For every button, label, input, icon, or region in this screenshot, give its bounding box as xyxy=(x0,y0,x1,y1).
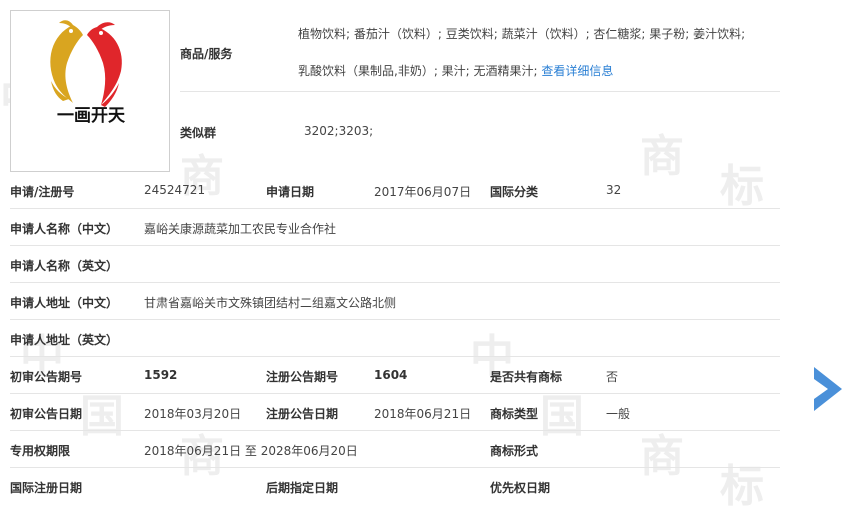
later-designation-date-label: 后期指定日期 xyxy=(266,481,339,495)
exclusive-period-row: 专用权期限 2018年06月21日 至 2028年06月20日 商标形式 xyxy=(10,431,780,468)
next-button[interactable] xyxy=(812,365,844,416)
trademark-detail: 一画开天 商品/服务 植物饮料; 番茄汁（饮料）; 豆类饮料; 蔬菜汁（饮料）;… xyxy=(0,0,780,507)
logo-text: 一画开天 xyxy=(57,106,126,126)
applicant-address-en-label: 申请人地址（英文） xyxy=(10,333,119,347)
intl-class-label: 国际分类 xyxy=(490,185,539,199)
apply-date-label: 申请日期 xyxy=(266,185,315,199)
goods-services-row: 商品/服务 植物饮料; 番茄汁（饮料）; 豆类饮料; 蔬菜汁（饮料）; 杏仁糖浆… xyxy=(180,14,780,92)
reg-no-value: 24524721 xyxy=(144,183,206,197)
goods-services-line-1: 植物饮料; 番茄汁（饮料）; 豆类饮料; 蔬菜汁（饮料）; 杏仁糖浆; 果子粉;… xyxy=(298,27,746,41)
priority-date-label: 优先权日期 xyxy=(490,481,551,495)
goods-services-label: 商品/服务 xyxy=(180,47,233,61)
applicant-address-cn-label: 申请人地址（中文） xyxy=(10,296,119,310)
prelim-notice-date-value: 2018年03月20日 xyxy=(144,407,242,421)
goods-services-line-2: 乳酸饮料（果制品,非奶）; 果汁; 无酒精果汁; 查看详细信息 xyxy=(298,62,613,79)
reg-notice-date-value: 2018年06月21日 xyxy=(374,407,472,421)
notice-date-row: 初审公告日期 2018年03月20日 注册公告日期 2018年06月21日 商标… xyxy=(10,394,780,431)
notice-number-row: 初审公告期号 1592 注册公告期号 1604 是否共有商标 否 xyxy=(10,357,780,394)
prelim-notice-date-label: 初审公告日期 xyxy=(10,407,83,421)
reg-no-label: 申请/注册号 xyxy=(10,185,75,199)
applicant-name-cn-label: 申请人名称（中文） xyxy=(10,222,119,236)
applicant-address-en-row: 申请人地址（英文） xyxy=(10,320,780,357)
reg-notice-date-label: 注册公告日期 xyxy=(266,407,339,421)
exclusive-period-label: 专用权期限 xyxy=(10,444,71,458)
goods-services-line-2-text: 乳酸饮料（果制品,非奶）; 果汁; 无酒精果汁; xyxy=(298,64,538,78)
shared-mark-value: 否 xyxy=(606,370,619,384)
applicant-address-cn-row: 申请人地址（中文） 甘肃省嘉峪关市文殊镇团结村二组嘉文公路北侧 xyxy=(10,283,780,320)
view-details-link[interactable]: 查看详细信息 xyxy=(541,64,613,78)
reg-notice-no-value: 1604 xyxy=(374,368,408,382)
reg-notice-no-label: 注册公告期号 xyxy=(266,370,339,384)
mark-form-label: 商标形式 xyxy=(490,444,539,458)
intl-class-value: 32 xyxy=(606,183,622,197)
trademark-logo: 一画开天 xyxy=(10,10,170,172)
similar-group-value: 3202;3203; xyxy=(304,124,374,138)
international-dates-row: 国际注册日期 后期指定日期 优先权日期 xyxy=(10,468,780,505)
exclusive-period-value: 2018年06月21日 至 2028年06月20日 xyxy=(144,444,358,458)
applicant-name-en-label: 申请人名称（英文） xyxy=(10,259,119,273)
similar-group-label: 类似群 xyxy=(180,126,217,140)
applicant-address-cn-value: 甘肃省嘉峪关市文殊镇团结村二组嘉文公路北侧 xyxy=(144,296,397,310)
koi-fish-icon: 一画开天 xyxy=(50,20,126,126)
applicant-name-cn-value: 嘉峪关康源蔬菜加工农民专业合作社 xyxy=(144,222,337,236)
prelim-notice-no-value: 1592 xyxy=(144,368,178,382)
intl-reg-date-label: 国际注册日期 xyxy=(10,481,83,495)
prelim-notice-no-label: 初审公告期号 xyxy=(10,370,83,384)
shared-mark-label: 是否共有商标 xyxy=(490,370,563,384)
apply-date-value: 2017年06月07日 xyxy=(374,185,472,199)
applicant-name-en-row: 申请人名称（英文） xyxy=(10,246,780,283)
applicant-name-cn-row: 申请人名称（中文） 嘉峪关康源蔬菜加工农民专业合作社 xyxy=(10,209,780,246)
chevron-right-icon xyxy=(814,367,842,411)
mark-type-value: 一般 xyxy=(606,407,631,421)
similar-group-row: 类似群 3202;3203; xyxy=(180,96,780,162)
registration-row: 申请/注册号 24524721 申请日期 2017年06月07日 国际分类 32 xyxy=(10,172,780,209)
mark-type-label: 商标类型 xyxy=(490,407,539,421)
